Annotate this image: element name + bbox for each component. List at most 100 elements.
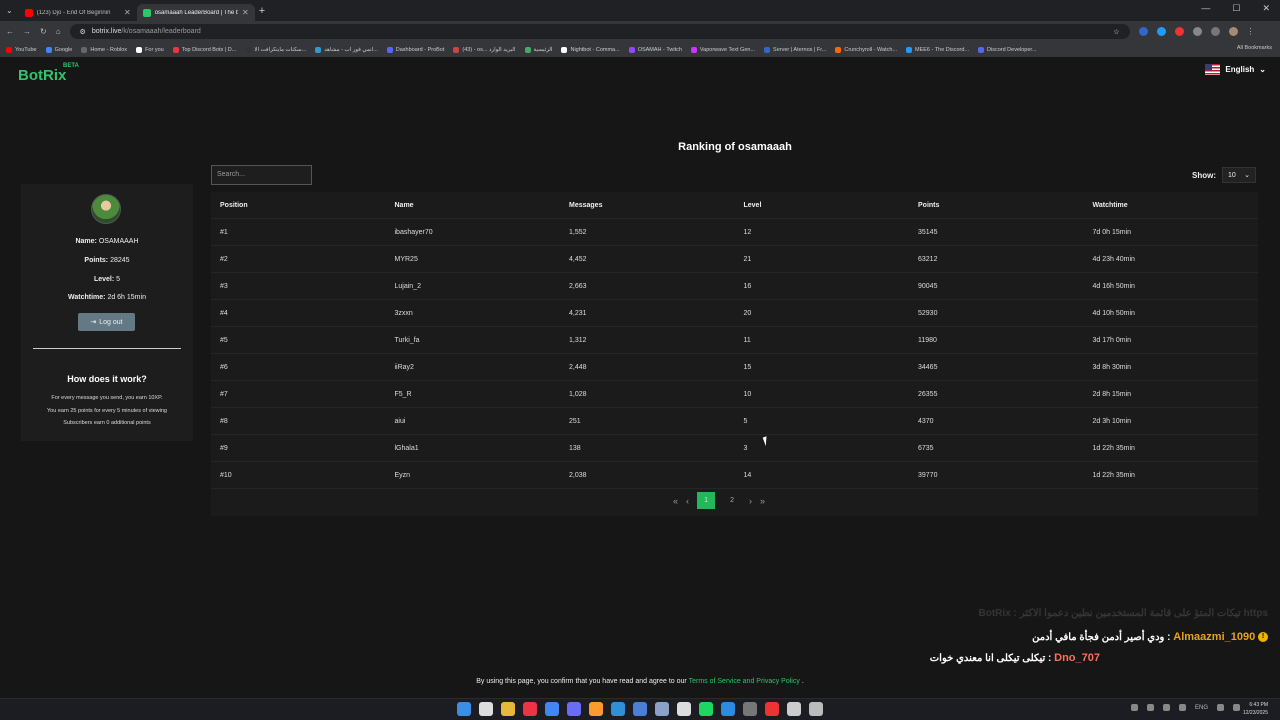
taskbar: ENG 6:43 PM 12/23/2025 <box>0 698 1280 720</box>
browser-tab[interactable]: (123) Djo - End Of Beginnin ✕ <box>19 4 137 21</box>
bookmark-item[interactable]: Nightbot - Comma... <box>561 46 620 53</box>
prev-page-button[interactable]: ‹ <box>686 496 689 506</box>
forward-icon[interactable]: → <box>23 27 31 36</box>
terms-link[interactable]: Terms of Service and Privacy Policy <box>689 678 800 685</box>
table-cell: #4 <box>220 309 228 317</box>
url-field[interactable]: ⚙ botrix.live/k/osamaaah/leaderboard ☆ <box>69 24 1130 39</box>
reload-icon[interactable]: ↻ <box>40 27 47 36</box>
bookmark-item[interactable]: Google <box>45 46 73 53</box>
chat-line: ودي أصير أدمن فجأة مافي أدمن : Almaazmi_… <box>1032 631 1268 643</box>
new-tab-button[interactable]: + <box>259 5 265 17</box>
bookmark-item[interactable]: MEE6 - The Discord... <box>906 46 970 53</box>
browser-tab[interactable]: osamaaah LeaderBoard | The b ✕ <box>136 4 255 21</box>
bookmark-label: Vaporwave Text Gen... <box>699 46 756 53</box>
extension-icon[interactable] <box>1138 27 1148 36</box>
taskbar-app-icon[interactable] <box>809 702 823 716</box>
close-tab-icon[interactable]: ✕ <box>124 8 131 17</box>
system-tray: ENG <box>1130 704 1240 711</box>
bookmark-favicon-icon <box>81 46 88 53</box>
bookmark-item[interactable]: For you <box>136 46 164 53</box>
tray-icon[interactable] <box>1146 704 1154 711</box>
taskbar-app-icon[interactable] <box>545 702 559 716</box>
taskbar-app-icon[interactable] <box>501 702 515 716</box>
profile-avatar-icon[interactable] <box>1228 27 1238 36</box>
search-input[interactable]: Search... <box>211 165 312 185</box>
table-cell: 138 <box>569 444 581 452</box>
close-tab-icon[interactable]: ✕ <box>242 8 249 17</box>
taskbar-app-icon[interactable] <box>655 702 669 716</box>
bookmark-item[interactable]: Discord Developer... <box>978 46 1037 53</box>
wifi-icon[interactable] <box>1217 704 1224 711</box>
column-header: Watchtime <box>1092 201 1128 209</box>
show-count-select[interactable]: 10 ⌄ <box>1222 167 1256 183</box>
bookmark-item[interactable]: Server | Aternos | Fr... <box>764 46 826 53</box>
home-icon[interactable]: ⌂ <box>56 27 61 36</box>
bookmark-item[interactable]: انمي فور اب - مشاهد... <box>315 46 378 53</box>
taskbar-app-icon[interactable] <box>721 702 735 716</box>
last-page-button[interactable]: » <box>760 496 765 506</box>
profile-card: Name: OSAMAAAH Points: 28245 Level: 5 Wa… <box>21 184 193 441</box>
logout-button[interactable]: ⇥ Log out <box>78 313 135 331</box>
bookmark-item[interactable]: YouTube <box>6 46 37 53</box>
next-page-button[interactable]: › <box>749 496 752 506</box>
table-cell: 39770 <box>918 471 938 479</box>
chat-message: ودي أصير أدمن فجأة مافي أدمن <box>1032 632 1165 643</box>
bookmark-item[interactable]: (43) - os... البريد الوارد <box>453 46 516 53</box>
maximize-icon[interactable]: ☐ <box>1232 3 1240 14</box>
table-cell: #7 <box>220 390 228 398</box>
page-2-button[interactable]: 2 <box>723 492 741 509</box>
taskbar-app-icon[interactable] <box>589 702 603 716</box>
bookmark-label: Google <box>54 46 73 53</box>
bookmark-item[interactable]: Dashboard - ProBot <box>386 46 445 53</box>
bookmark-item[interactable]: Top Discord Bots | D... <box>172 46 236 53</box>
taskbar-app-icon[interactable] <box>567 702 581 716</box>
bookmark-item[interactable]: Vaporwave Text Gen... <box>690 46 756 53</box>
bookmark-item[interactable]: Home - Roblox <box>81 46 127 53</box>
taskbar-app-icon[interactable] <box>633 702 647 716</box>
all-bookmarks[interactable]: All Bookmarks <box>1237 45 1272 51</box>
tab-search-icon[interactable]: ⌄ <box>0 6 19 15</box>
site-logo[interactable]: BotRix BETA <box>18 63 79 84</box>
site-info-icon[interactable]: ⚙ <box>80 28 86 36</box>
tray-icon[interactable] <box>1130 704 1138 711</box>
table-cell: 3 <box>743 444 748 452</box>
clock[interactable]: 6:43 PM 12/23/2025 <box>1243 701 1268 717</box>
extension-icon[interactable] <box>1174 27 1184 36</box>
first-page-button[interactable]: « <box>673 496 678 506</box>
bookmark-item[interactable]: سكنات ماينكرافت الا... <box>245 46 306 53</box>
bookmark-label: (43) - os... البريد الوارد <box>462 46 516 53</box>
bookmark-star-icon[interactable]: ☆ <box>1113 28 1119 36</box>
minimize-icon[interactable]: — <box>1201 3 1210 14</box>
tray-icon[interactable] <box>1162 704 1170 711</box>
us-flag-icon <box>1205 64 1221 75</box>
bookmark-item[interactable]: Crunchyroll - Watch... <box>835 46 897 53</box>
chat-overlay-faint: https تيكات المتؤ على قائمة المستخدمين ن… <box>978 608 1268 619</box>
tray-icon[interactable] <box>1178 704 1186 711</box>
how-it-works-title: How does it work? <box>67 374 147 384</box>
language-selector[interactable]: English ⌄ <box>1205 64 1266 75</box>
bookmark-label: Dashboard - ProBot <box>395 46 445 53</box>
bookmark-item[interactable]: OSAMAH - Twitch <box>628 46 682 53</box>
puzzle-icon[interactable] <box>1192 27 1202 36</box>
taskbar-app-icon[interactable] <box>479 702 493 716</box>
leaderboard-table: Position Name Messages Level Points Watchtime… <box>211 192 1258 516</box>
taskbar-app-icon[interactable] <box>699 702 713 716</box>
taskbar-app-icon[interactable] <box>457 702 471 716</box>
bookmark-item[interactable]: الرئيسية <box>524 46 552 53</box>
time: 6:43 PM <box>1249 702 1268 708</box>
taskbar-app-icon[interactable] <box>523 702 537 716</box>
taskbar-app-icon[interactable] <box>765 702 779 716</box>
back-icon[interactable]: ← <box>6 27 14 36</box>
volume-icon[interactable] <box>1233 704 1240 711</box>
input-language[interactable]: ENG <box>1195 705 1208 711</box>
taskbar-app-icon[interactable] <box>677 702 691 716</box>
menu-kebab-icon[interactable]: ⋮ <box>1247 27 1255 36</box>
close-window-icon[interactable]: ✕ <box>1262 3 1270 14</box>
bookmark-label: MEE6 - The Discord... <box>915 46 970 53</box>
taskbar-app-icon[interactable] <box>743 702 757 716</box>
sidebar-icon[interactable] <box>1210 27 1220 36</box>
extension-icon[interactable] <box>1156 27 1166 36</box>
page-1-button[interactable]: 1 <box>697 492 716 509</box>
taskbar-app-icon[interactable] <box>611 702 625 716</box>
taskbar-app-icon[interactable] <box>787 702 801 716</box>
